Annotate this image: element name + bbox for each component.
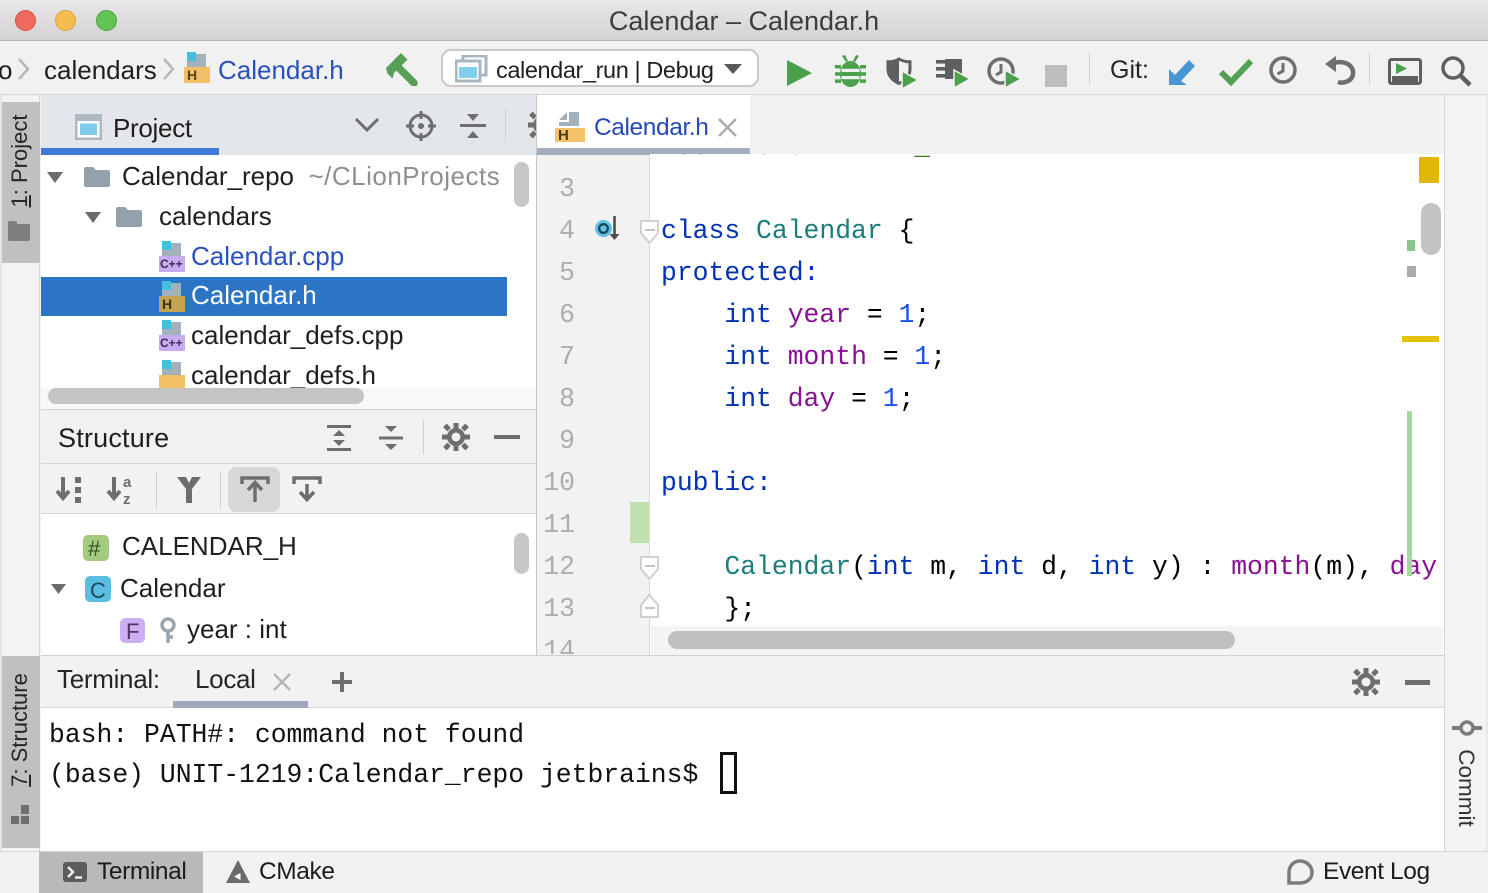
svg-text:a: a xyxy=(123,475,132,491)
svg-text:z: z xyxy=(123,491,131,505)
svg-text:H: H xyxy=(187,67,197,83)
svg-text:C++: C++ xyxy=(160,336,183,350)
svg-text:H: H xyxy=(558,127,569,142)
svg-text:H: H xyxy=(162,296,172,312)
svg-text:C++: C++ xyxy=(160,257,183,271)
